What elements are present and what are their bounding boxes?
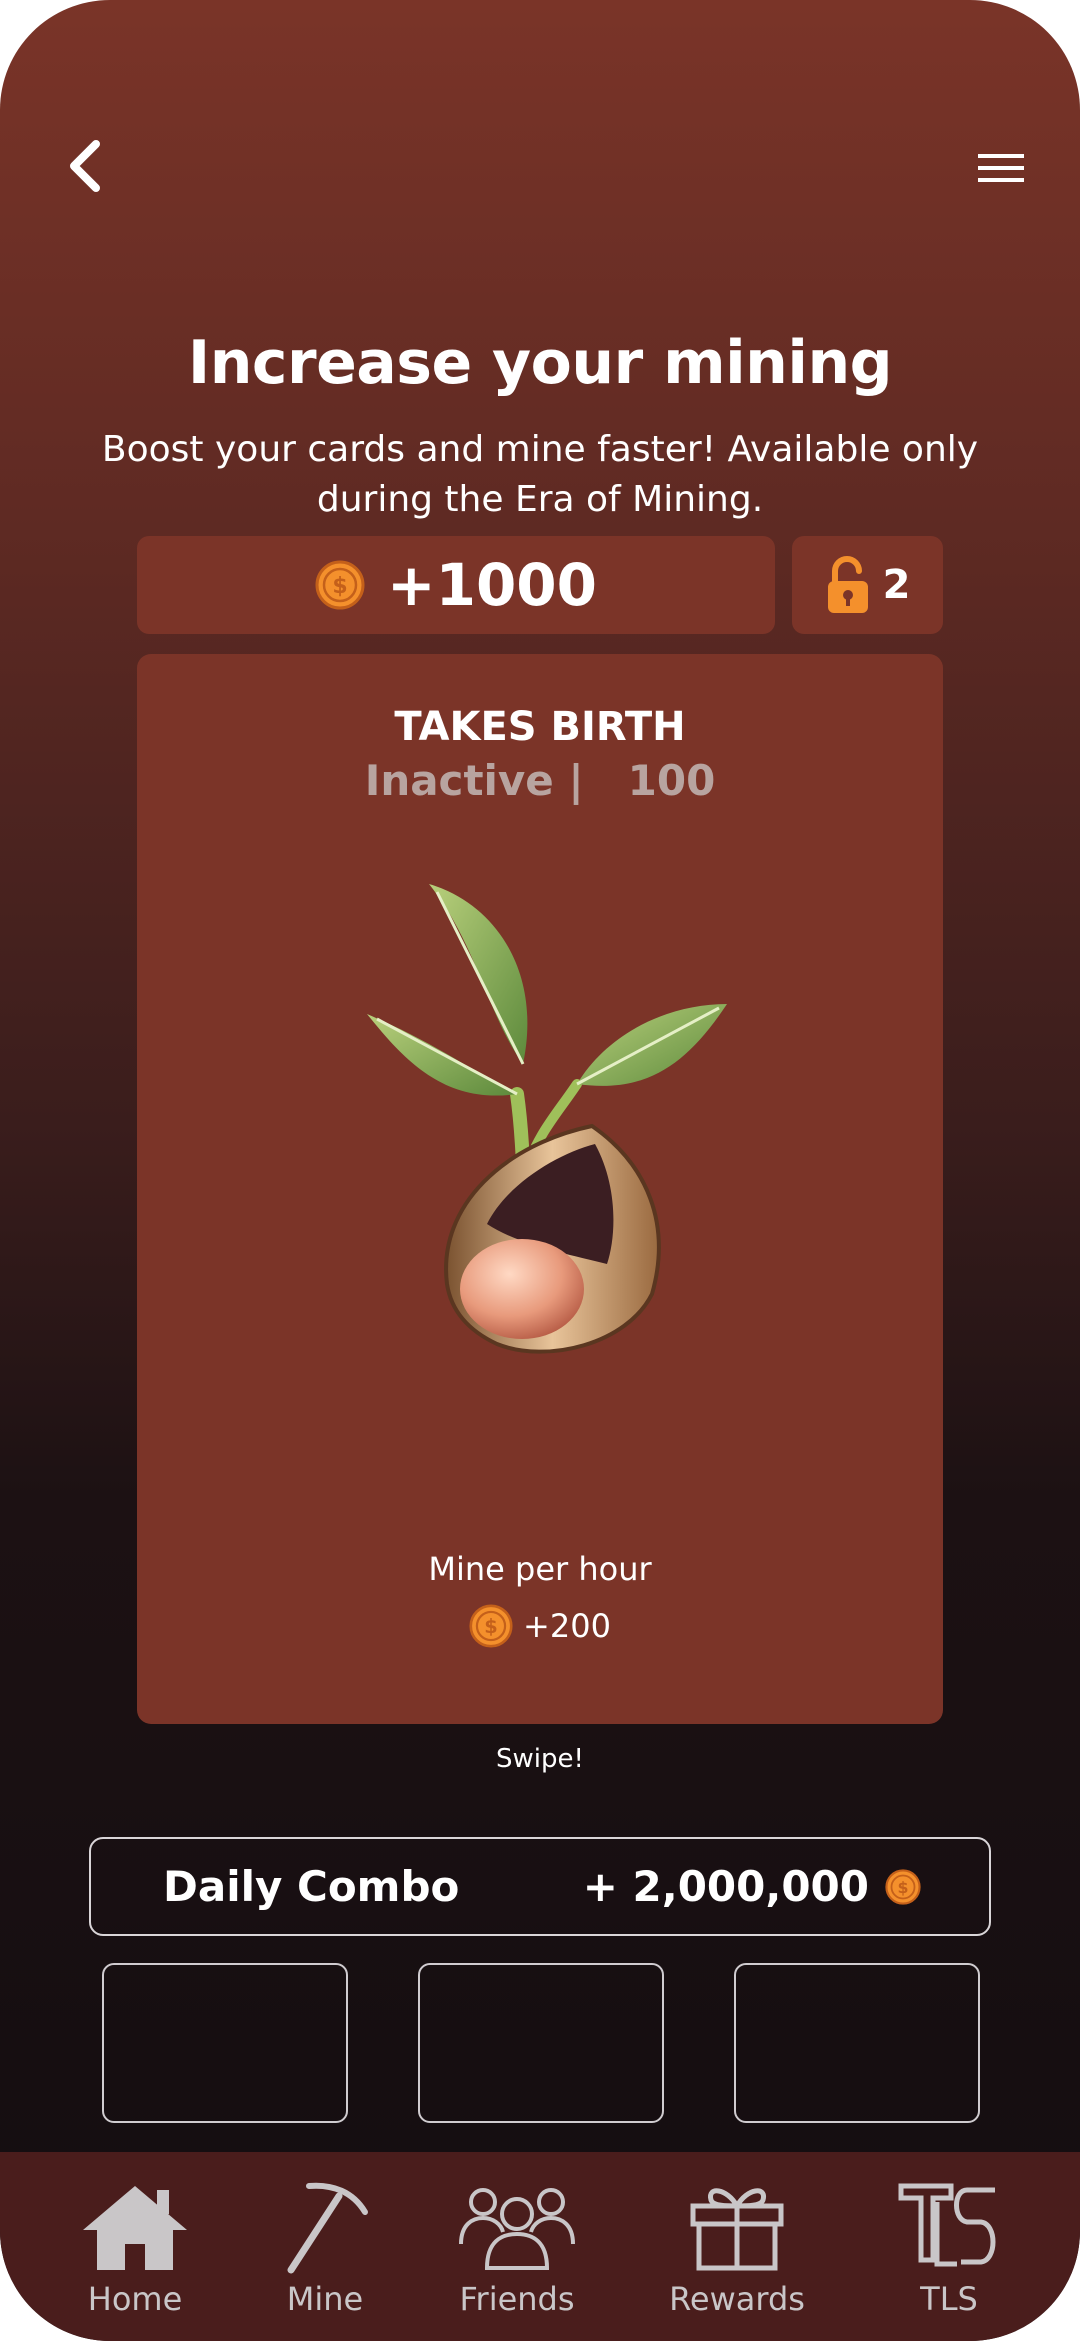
svg-text:$: $: [332, 574, 347, 599]
coin-icon: $: [469, 1604, 513, 1648]
daily-combo-label: Daily Combo: [163, 1862, 460, 1911]
daily-combo-reward: + 2,000,000: [582, 1862, 869, 1911]
mining-card[interactable]: TAKES BIRTH Inactive | 100 Mine per hour…: [137, 654, 943, 1724]
nav-home[interactable]: Home: [50, 2178, 220, 2328]
friends-icon: [459, 2188, 575, 2270]
pickaxe-icon: [287, 2182, 368, 2274]
nav-label-tls: TLS: [920, 2280, 978, 2318]
gift-icon: [690, 2188, 784, 2271]
tls-logo-icon: [898, 2183, 996, 2267]
nav-mine[interactable]: Mine: [240, 2178, 410, 2328]
unlock-icon: [827, 556, 868, 613]
home-icon: [83, 2186, 187, 2270]
card-title: TAKES BIRTH: [394, 704, 686, 750]
balance-display: $ +1000: [137, 536, 775, 634]
mine-per-hour-label: Mine per hour: [428, 1550, 652, 1588]
menu-button[interactable]: [972, 146, 1028, 190]
swipe-hint: Swipe!: [496, 1744, 584, 1774]
daily-combo-bar[interactable]: Daily Combo + 2,000,000 $: [89, 1837, 991, 1936]
nav-rewards[interactable]: Rewards: [652, 2178, 822, 2328]
coin-icon: $: [315, 560, 365, 610]
combo-slot-1[interactable]: [102, 1963, 348, 2123]
nav-label-mine: Mine: [286, 2280, 364, 2318]
combo-slot-3[interactable]: [734, 1963, 980, 2123]
unlock-counter[interactable]: 2: [792, 536, 943, 634]
nav-label-rewards: Rewards: [669, 2280, 805, 2318]
mine-per-hour-value: +200: [523, 1607, 611, 1645]
combo-slot-2[interactable]: [418, 1963, 664, 2123]
svg-text:$: $: [897, 1877, 908, 1896]
sprout-seed-icon: [367, 884, 727, 1354]
chevron-left-icon: [70, 140, 100, 192]
app-screen: Increase your mining Boost your cards an…: [0, 0, 1080, 2341]
nav-friends[interactable]: Friends: [432, 2178, 602, 2328]
back-button[interactable]: [56, 136, 116, 196]
nav-label-friends: Friends: [459, 2280, 575, 2318]
hamburger-icon: [978, 154, 1024, 182]
unlock-count: 2: [882, 562, 911, 608]
card-status: Inactive | 100: [364, 756, 716, 805]
nav-label-home: Home: [87, 2280, 183, 2318]
daily-combo-reward-group: + 2,000,000 $: [583, 1862, 921, 1911]
balance-value: +1000: [386, 551, 598, 619]
nav-tls[interactable]: TLS: [864, 2178, 1034, 2328]
mine-per-hour-row: $ +200: [137, 1604, 943, 1648]
page-subtitle: Boost your cards and mine faster! Availa…: [101, 429, 979, 520]
svg-text:$: $: [484, 1615, 497, 1638]
coin-icon: $: [885, 1868, 921, 1905]
bottom-nav: Home Mine Friends Rewards TLS: [0, 2152, 1080, 2341]
page-title: Increase your mining: [187, 328, 893, 398]
